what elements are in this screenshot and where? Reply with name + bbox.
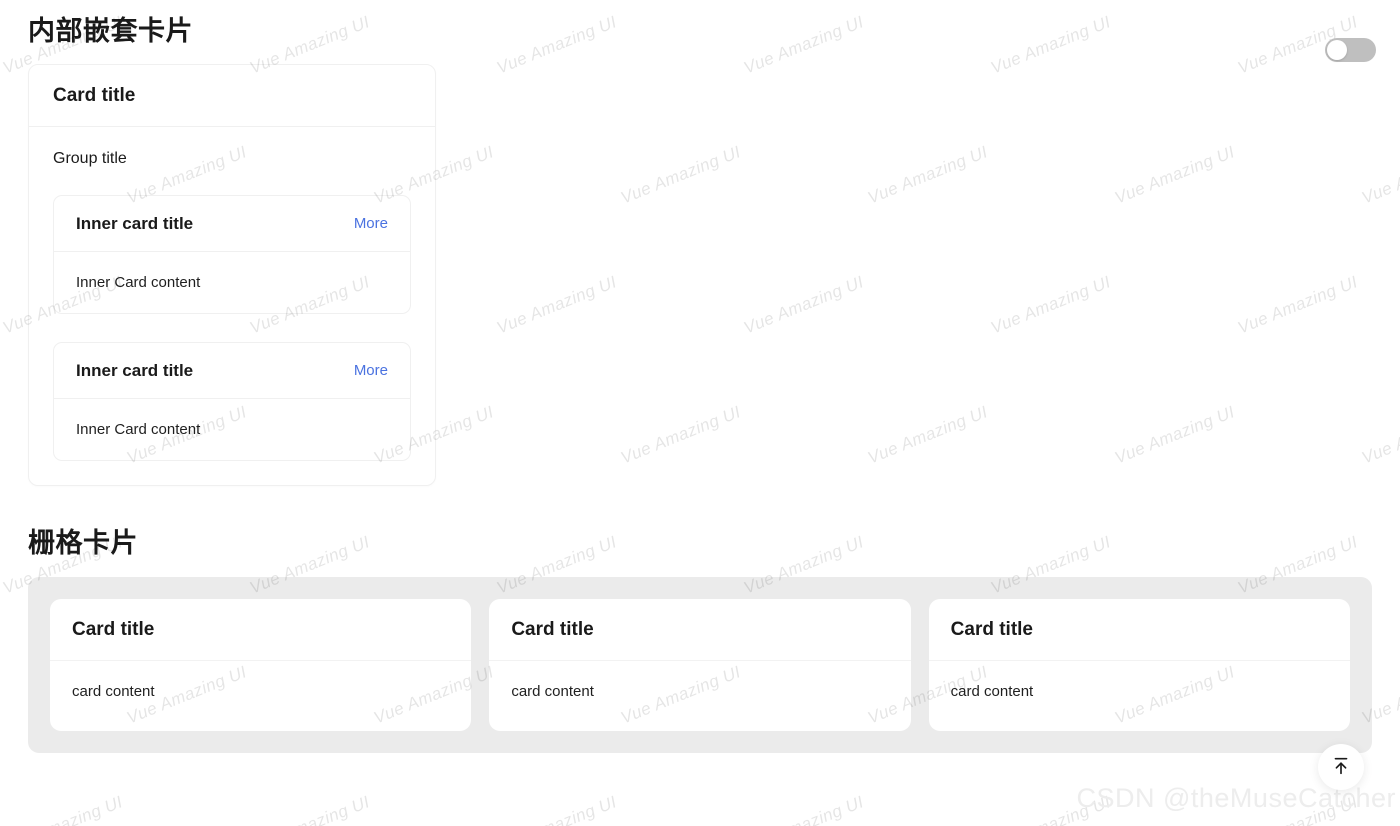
inner-card: Inner card title More Inner Card content [53,342,411,461]
inner-card-content: Inner Card content [76,274,201,291]
outer-card-body: Group title Inner card title More Inner … [29,127,435,485]
grid-card-content: card content [950,683,1034,700]
inner-card-header: Inner card title More [54,343,410,399]
inner-card-title: Inner card title [76,213,194,233]
inner-card-title: Inner card title [76,360,194,380]
outer-card-header: Card title [29,65,435,127]
inner-card-header: Inner card title More [54,196,410,252]
inner-card-more-link[interactable]: More [354,362,388,379]
theme-toggle-knob [1327,40,1347,60]
grid-card-title: Card title [950,618,1034,640]
group-title: Group title [53,150,127,167]
grid-card-title: Card title [511,618,594,640]
grid-card-content: card content [72,683,155,700]
outer-card-title: Card title [53,84,136,106]
grid-card-content: card content [511,683,594,700]
theme-toggle-switch[interactable] [1325,38,1376,62]
grid-card: Card title card content [50,599,472,731]
outer-card: Card title Group title Inner card title … [28,64,436,486]
section-title-grid-card: 栅格卡片 [28,528,138,558]
grid-card-header: Card title [489,599,911,661]
page-root: 内部嵌套卡片 Card title Group title Inner card… [0,0,1400,826]
grid-card: Card title card content [928,599,1350,731]
arrow-up-to-line-icon [1330,755,1352,780]
inner-card-more-link[interactable]: More [354,215,388,232]
grid-card-header: Card title [50,599,472,661]
grid-card: Card title card content [489,599,911,731]
inner-card: Inner card title More Inner Card content [53,195,411,314]
grid-card-title: Card title [72,618,155,640]
back-to-top-button[interactable] [1318,744,1364,790]
grid-card-container: Card title card content Card title card … [28,577,1372,753]
inner-card-content: Inner Card content [76,421,201,438]
section-title-nested-card: 内部嵌套卡片 [28,16,193,46]
grid-card-header: Card title [928,599,1350,661]
